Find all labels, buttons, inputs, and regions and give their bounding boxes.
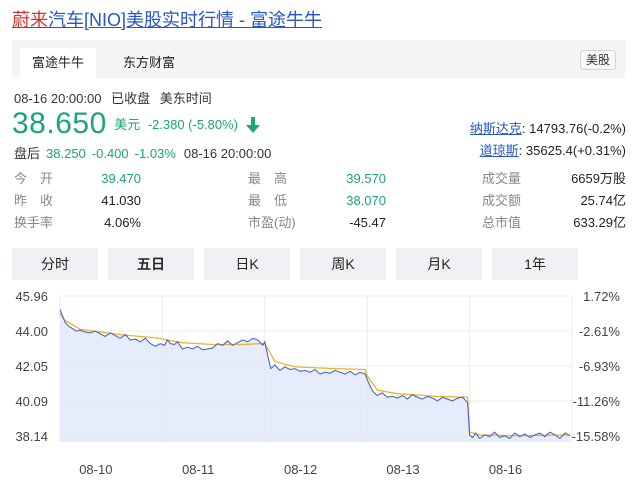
price-change: -2.380 (-5.80%) xyxy=(147,117,239,132)
y-pct-tick-label: -11.26% xyxy=(573,394,621,409)
timezone-label: 美东时间 xyxy=(159,91,212,106)
price-area-fill xyxy=(60,309,570,442)
stat-value: 39.570 xyxy=(346,171,386,186)
quote-meta: 08-16 20:00:00 已收盘 美东时间 xyxy=(14,88,218,107)
tab-eastmoney[interactable]: 东方财富 xyxy=(112,48,186,78)
source-tabs: 富途牛牛 东方财富 美股 xyxy=(12,40,626,78)
index-quotes: 纳斯达克: 14793.76(-0.2%) 道琼斯: 35625.4(+0.31… xyxy=(470,118,626,162)
nasdaq-value: : 14793.76(-0.2%) xyxy=(521,121,626,136)
stat-label: 总市值 xyxy=(482,215,522,230)
x-tick-label: 08-16 xyxy=(489,462,522,477)
y-pct-tick-label: -6.93% xyxy=(579,359,621,374)
stat-value: 4.06% xyxy=(104,215,141,230)
stat-label: 成交量 xyxy=(482,171,522,186)
stats-grid: 今 开 39.470 最 高 39.570 成交量 6659万股 昨 收 41.… xyxy=(14,168,626,234)
stat-value: 39.470 xyxy=(101,171,141,186)
market-status: 已收盘 xyxy=(111,91,151,106)
y-tick-label: 42.05 xyxy=(15,359,48,374)
y-tick-label: 44.00 xyxy=(15,324,48,339)
quote-datetime: 08-16 20:00:00 xyxy=(14,91,102,106)
tab-weekly-k[interactable]: 周K xyxy=(300,248,386,280)
tab-five-day[interactable]: 五日 xyxy=(108,248,194,280)
index-nasdaq: 纳斯达克: 14793.76(-0.2%) xyxy=(470,118,626,140)
tab-futu[interactable]: 富途牛牛 xyxy=(20,48,96,78)
dow-link[interactable]: 道琼斯 xyxy=(480,143,519,158)
period-tabs: 分时 五日 日K 周K 月K 1年 xyxy=(12,248,578,280)
price-chart[interactable]: 45.96 1.72% 44.00 -2.61% 42.05 -6.93% 40.09 -11… xyxy=(0,284,640,481)
after-hours-price: 38.250 xyxy=(46,146,86,161)
stat-value: 25.74亿 xyxy=(580,193,626,208)
stat-label: 昨 收 xyxy=(14,193,54,208)
stat-label: 成交额 xyxy=(482,193,522,208)
index-dow: 道琼斯: 35625.4(+0.31%) xyxy=(470,140,626,162)
after-hours-pct: -1.03% xyxy=(134,146,176,161)
after-hours-time: 08-16 20:00:00 xyxy=(183,146,272,161)
stat-value: 6659万股 xyxy=(571,171,626,186)
stat-label: 最 低 xyxy=(248,193,288,208)
title-rest[interactable]: 汽车[NIO]美股实时行情 - 富途牛牛 xyxy=(48,10,322,30)
stats-row: 换手率 4.06% 市盈(动) -45.47 总市值 633.29亿 xyxy=(14,212,626,234)
after-hours-change: -0.400 xyxy=(91,146,129,161)
y-pct-tick-label: 1.72% xyxy=(583,289,620,304)
y-tick-label: 40.09 xyxy=(15,394,48,409)
after-hours-label: 盘后 xyxy=(14,146,41,161)
tab-monthly-k[interactable]: 月K xyxy=(396,248,482,280)
after-hours-line: 盘后 38.250 -0.400 -1.03% 08-16 20:00:00 xyxy=(14,143,271,162)
y-tick-label: 38.14 xyxy=(15,429,48,444)
page-title[interactable]: 蔚来汽车[NIO]美股实时行情 - 富途牛牛 xyxy=(12,8,322,32)
current-price: 38.650 xyxy=(12,107,107,140)
y-pct-tick-label: -2.61% xyxy=(579,324,621,339)
stats-row: 昨 收 41.030 最 低 38.070 成交额 25.74亿 xyxy=(14,190,626,212)
stat-value: 41.030 xyxy=(101,193,141,208)
title-highlight[interactable]: 蔚来 xyxy=(12,10,48,30)
stats-row: 今 开 39.470 最 高 39.570 成交量 6659万股 xyxy=(14,168,626,190)
y-tick-label: 45.96 xyxy=(15,289,48,304)
price-line: 38.650 美元 -2.380 (-5.80%) xyxy=(12,107,261,141)
price-chart-svg: 45.96 1.72% 44.00 -2.61% 42.05 -6.93% 40.09 -11… xyxy=(15,289,621,477)
nasdaq-link[interactable]: 纳斯达克 xyxy=(470,121,522,136)
stat-label: 今 开 xyxy=(14,171,54,186)
stat-value: -45.47 xyxy=(349,215,386,230)
stat-value: 38.070 xyxy=(346,193,386,208)
stat-label: 市盈(动) xyxy=(248,215,296,230)
currency-label: 美元 xyxy=(114,117,141,132)
stat-value: 633.29亿 xyxy=(573,215,626,230)
tab-daily-k[interactable]: 日K xyxy=(204,248,290,280)
stat-label: 最 高 xyxy=(248,171,288,186)
x-tick-label: 08-13 xyxy=(386,462,419,477)
y-pct-tick-label: -15.58% xyxy=(572,429,621,444)
x-tick-label: 08-11 xyxy=(182,462,214,477)
x-tick-label: 08-10 xyxy=(79,462,112,477)
market-badge: 美股 xyxy=(579,50,616,70)
arrow-down-icon xyxy=(246,117,261,133)
stat-label: 换手率 xyxy=(14,215,54,230)
tab-intraday[interactable]: 分时 xyxy=(12,248,98,280)
x-tick-label: 08-12 xyxy=(284,462,317,477)
dow-value: : 35625.4(+0.31%) xyxy=(518,143,626,158)
tab-one-year[interactable]: 1年 xyxy=(492,248,578,280)
